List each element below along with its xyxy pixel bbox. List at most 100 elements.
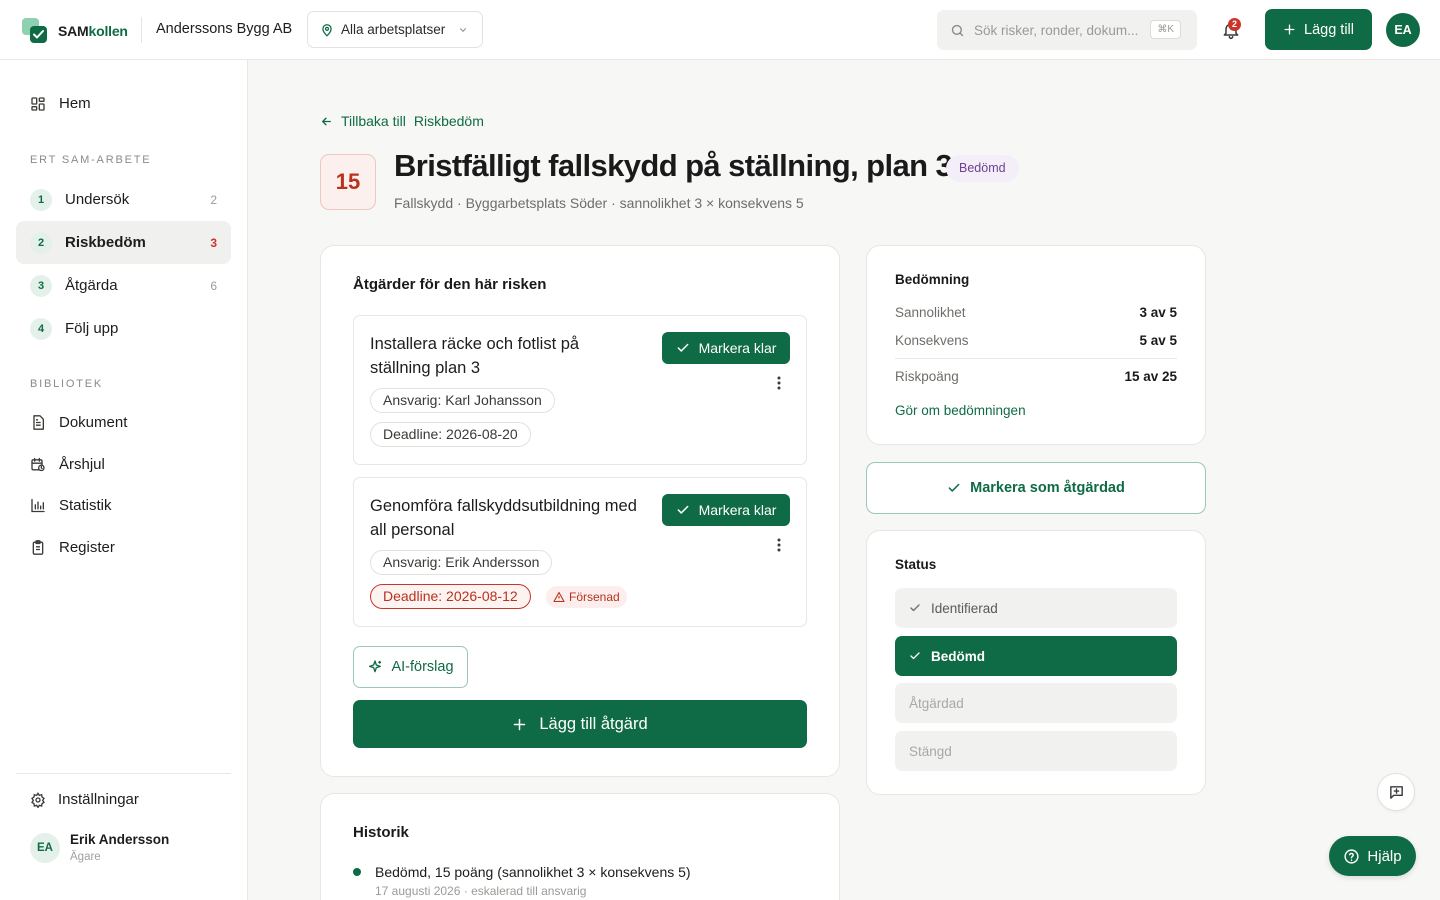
sidebar-item-label: Undersök <box>65 191 130 208</box>
divider <box>16 773 231 774</box>
search-input[interactable] <box>974 22 1144 38</box>
workplace-label: Alla arbetsplatser <box>341 22 446 37</box>
redo-assessment-link[interactable]: Gör om bedömningen <box>895 403 1026 418</box>
status-step-atgardad[interactable]: Åtgärdad <box>895 683 1177 723</box>
sidebar-item-undersok[interactable]: 1 Undersök 2 <box>16 178 231 221</box>
mark-resolved-button[interactable]: Markera som åtgärdad <box>866 462 1206 514</box>
plus-icon <box>512 717 527 732</box>
search-icon <box>950 23 965 38</box>
add-button[interactable]: Lägg till <box>1265 9 1372 50</box>
item-count: 6 <box>210 278 217 293</box>
user-avatar[interactable]: EA <box>1386 13 1420 47</box>
item-count: 2 <box>210 192 217 207</box>
back-link[interactable]: Tillbaka till Riskbedöm <box>320 113 484 129</box>
more-icon[interactable] <box>777 538 781 552</box>
warning-icon <box>553 591 565 603</box>
brand-name: SAMkollen <box>58 23 128 39</box>
sidebar-item-register[interactable]: Register <box>30 539 115 556</box>
notification-badge: 2 <box>1228 18 1241 31</box>
card-heading: Åtgärder för den här risken <box>353 276 547 293</box>
logo[interactable]: SAMkollen <box>22 18 128 44</box>
section-label-work: ERT SAM-ARBETE <box>30 154 152 166</box>
action-title: Genomföra fallskyddsutbildning med all p… <box>370 497 637 539</box>
mark-done-button[interactable]: Markera klar <box>662 494 790 526</box>
deadline-pill: Deadline: 2026-08-20 <box>370 422 531 447</box>
ai-button-label: AI-förslag <box>391 659 454 675</box>
feedback-button[interactable] <box>1377 773 1415 811</box>
mark-done-button[interactable]: Markera klar <box>662 332 790 364</box>
location-pin-icon <box>320 23 334 37</box>
sidebar-item-label: Register <box>59 539 115 556</box>
back-target: Riskbedöm <box>413 113 484 129</box>
page-subtitle: Fallskydd · Byggarbetsplats Söder · sann… <box>394 195 804 211</box>
sidebar-item-label: Riskbedöm <box>65 234 146 251</box>
sidebar-item-label: Dokument <box>59 414 128 431</box>
step-number: 2 <box>30 231 52 254</box>
step-number: 1 <box>30 188 52 211</box>
card-heading: Bedömning <box>895 272 970 287</box>
history-card: Historik Bedömd, 15 poäng (sannolikhet 3… <box>320 793 840 900</box>
status-step-label: Stängd <box>909 743 952 759</box>
sidebar: Hem ERT SAM-ARBETE 1 Undersök 2 2 Riskbe… <box>0 60 248 900</box>
top-bar: SAMkollen Anderssons Bygg AB Alla arbets… <box>0 0 1440 60</box>
section-label-library: BIBLIOTEK <box>30 378 104 390</box>
row-label: Sannolikhet <box>895 305 966 320</box>
step-number: 4 <box>30 317 52 340</box>
add-button-label: Lägg till <box>1304 21 1354 38</box>
sidebar-item-dokument[interactable]: Dokument <box>30 414 127 431</box>
question-icon <box>1343 848 1360 865</box>
status-step-bedomd[interactable]: Bedömd <box>895 636 1177 676</box>
add-action-label: Lägg till åtgärd <box>539 714 648 733</box>
avatar: EA <box>30 832 60 863</box>
assessment-row: Konsekvens 5 av 5 <box>895 333 1177 348</box>
sidebar-item-label: Följ upp <box>65 320 119 337</box>
sidebar-item-home[interactable]: Hem <box>30 95 91 112</box>
status-step-label: Bedömd <box>931 648 985 664</box>
mark-done-label: Markera klar <box>698 502 777 518</box>
check-icon <box>676 503 690 517</box>
sidebar-item-arshjul[interactable]: Årshjul <box>30 456 105 473</box>
more-icon[interactable] <box>777 376 781 390</box>
row-label: Konsekvens <box>895 333 969 348</box>
clipboard-icon <box>30 539 46 556</box>
mark-resolved-label: Markera som åtgärdad <box>970 480 1125 496</box>
check-icon <box>947 481 961 495</box>
check-icon <box>676 341 690 355</box>
history-entry-meta: 17 augusti 2026 · eskalerad till ansvari… <box>375 884 587 898</box>
row-value: 5 av 5 <box>1139 333 1177 348</box>
status-step-label: Åtgärdad <box>909 695 964 711</box>
sidebar-item-statistik[interactable]: Statistik <box>30 497 112 514</box>
status-step-stangd[interactable]: Stängd <box>895 731 1177 771</box>
chat-icon <box>1388 784 1405 801</box>
actions-card: Åtgärder för den här risken Installera r… <box>320 245 840 777</box>
ai-suggestion-button[interactable]: AI-förslag <box>353 646 468 688</box>
item-count: 3 <box>210 235 217 250</box>
assessment-card: Bedömning Sannolikhet 3 av 5 Konsekvens … <box>866 245 1206 445</box>
gear-icon <box>30 791 46 808</box>
sidebar-item-label: Statistik <box>59 497 112 514</box>
sidebar-item-settings[interactable]: Inställningar <box>30 791 139 808</box>
add-action-button[interactable]: Lägg till åtgärd <box>353 700 807 748</box>
responsible-pill: Ansvarig: Erik Andersson <box>370 550 553 575</box>
check-icon <box>909 602 921 614</box>
search-bar[interactable]: ⌘K <box>937 10 1197 50</box>
sidebar-item-riskbedom[interactable]: 2 Riskbedöm 3 <box>16 221 231 264</box>
row-label: Riskpoäng <box>895 369 959 384</box>
user-role: Ägare <box>70 851 101 863</box>
help-button[interactable]: Hjälp <box>1329 836 1416 876</box>
timeline-dot <box>353 868 361 876</box>
sidebar-item-atgarda[interactable]: 3 Åtgärda 6 <box>16 264 231 307</box>
row-value: 3 av 5 <box>1139 305 1177 320</box>
card-heading: Historik <box>353 824 409 841</box>
action-item: Genomföra fallskyddsutbildning med all p… <box>353 477 807 627</box>
assessment-row: Sannolikhet 3 av 5 <box>895 305 1177 320</box>
status-step-identifierad[interactable]: Identifierad <box>895 588 1177 628</box>
sidebar-item-label: Åtgärda <box>65 277 118 294</box>
logo-icon <box>22 18 48 44</box>
user-profile[interactable]: EA Erik Andersson Ägare <box>30 832 169 863</box>
sidebar-item-folj-upp[interactable]: 4 Följ upp <box>16 307 231 350</box>
user-name: Erik Andersson <box>70 832 170 847</box>
sparkle-icon <box>367 659 383 675</box>
bar-chart-icon <box>30 497 46 514</box>
workplace-selector[interactable]: Alla arbetsplatser <box>307 11 483 48</box>
